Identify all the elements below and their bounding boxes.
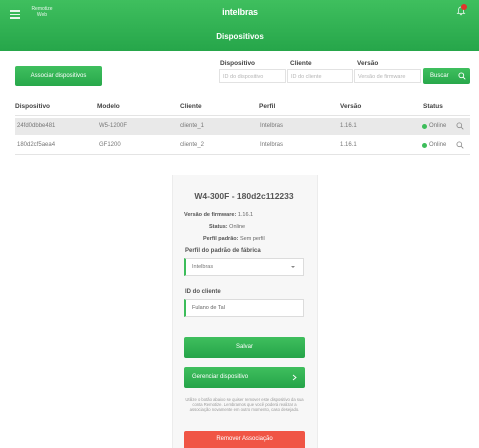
cell-profile: Intelbras (260, 123, 284, 129)
online-status-dot (422, 143, 427, 148)
search-icon (458, 72, 466, 80)
cell-status: Online (429, 123, 447, 129)
cell-client: cliente_1 (180, 123, 205, 129)
cell-device: 24fd0dbbe481 (17, 123, 56, 129)
table-row[interactable]: 180d2cf5aea4 GF1200 cliente_2 Intelbras … (15, 137, 470, 154)
search-icon[interactable] (456, 141, 464, 149)
manage-device-button[interactable]: Gerenciar dispositivo (184, 367, 305, 388)
col-version[interactable]: Versão (340, 103, 361, 110)
cell-status: Online (429, 142, 447, 148)
cell-version: 1.16.1 (340, 123, 357, 129)
notification-badge (461, 4, 467, 10)
client-id-input[interactable]: Fulano de Tal (184, 299, 304, 317)
cell-model: GF1200 (99, 142, 121, 148)
firmware-label: Versão de firmware: (184, 212, 237, 218)
app-header: Remotize Web intelbras Dispositivos (0, 0, 479, 51)
status-value: Online (229, 224, 246, 230)
client-filter-input[interactable]: ID do cliente (287, 69, 353, 83)
status-info: Status: Online (209, 224, 245, 230)
device-filter-label: Dispositivo (220, 60, 256, 67)
col-model[interactable]: Modelo (97, 103, 120, 110)
remotize-line2: Web (36, 12, 48, 18)
cell-device: 180d2cf5aea4 (17, 142, 56, 148)
col-status[interactable]: Status (423, 103, 443, 110)
search-icon[interactable] (456, 122, 464, 130)
firmware-info: Versão de firmware: 1.16.1 (184, 212, 253, 218)
remotize-logo: Remotize Web (27, 6, 57, 18)
factory-profile-label: Perfil do padrão de fábrica (185, 248, 261, 254)
table-row[interactable]: 24fd0dbbe481 W5-1200F cliente_1 Intelbra… (15, 118, 470, 135)
brand-logo: intelbras (222, 7, 258, 17)
online-status-dot (422, 124, 427, 129)
cell-version: 1.16.1 (340, 142, 357, 148)
cell-profile: Intelbras (260, 142, 284, 148)
profile-value: Sem perfil (239, 236, 265, 242)
associate-devices-button[interactable]: Associar dispositivos (15, 66, 102, 86)
status-label: Status: (209, 224, 228, 230)
header-divider (15, 115, 470, 116)
col-profile[interactable]: Perfil (259, 103, 275, 110)
search-button-label: Buscar (430, 73, 449, 79)
profile-label: Perfil padrão: (203, 236, 239, 242)
client-id-value: Fulano de Tal (192, 305, 225, 311)
col-device[interactable]: Dispositivo (15, 103, 50, 110)
menu-icon[interactable] (10, 10, 20, 21)
row-divider (15, 154, 470, 155)
version-filter-label: Versão (357, 60, 379, 67)
col-client[interactable]: Cliente (180, 103, 202, 110)
version-filter-input[interactable]: Versão de firmware (354, 69, 421, 83)
save-button[interactable]: Salvar (184, 337, 305, 358)
page-title: Dispositivos (216, 32, 264, 41)
client-filter-label: Cliente (290, 60, 312, 67)
chevron-right-icon (292, 374, 297, 381)
profile-info: Perfil padrão: Sem perfil (203, 236, 265, 242)
remove-association-button[interactable]: Remover Associação (184, 431, 305, 448)
client-id-label: ID do cliente (185, 289, 221, 295)
factory-profile-value: Intelbras (192, 264, 214, 270)
chevron-down-icon (291, 266, 295, 268)
cell-client: cliente_2 (180, 142, 205, 148)
cell-model: W5-1200F (99, 123, 128, 129)
firmware-value: 1.16.1 (237, 212, 254, 218)
device-filter-input[interactable]: ID do dispositivo (219, 69, 286, 83)
search-button[interactable]: Buscar (423, 68, 470, 84)
manage-device-label: Gerenciar dispositivo (192, 374, 249, 380)
remove-warning-text: Utilize o botão abaixo se quiser remover… (185, 397, 304, 412)
factory-profile-select[interactable]: Intelbras (184, 258, 304, 276)
panel-title: W4-300F - 180d2c112233 (194, 191, 294, 201)
